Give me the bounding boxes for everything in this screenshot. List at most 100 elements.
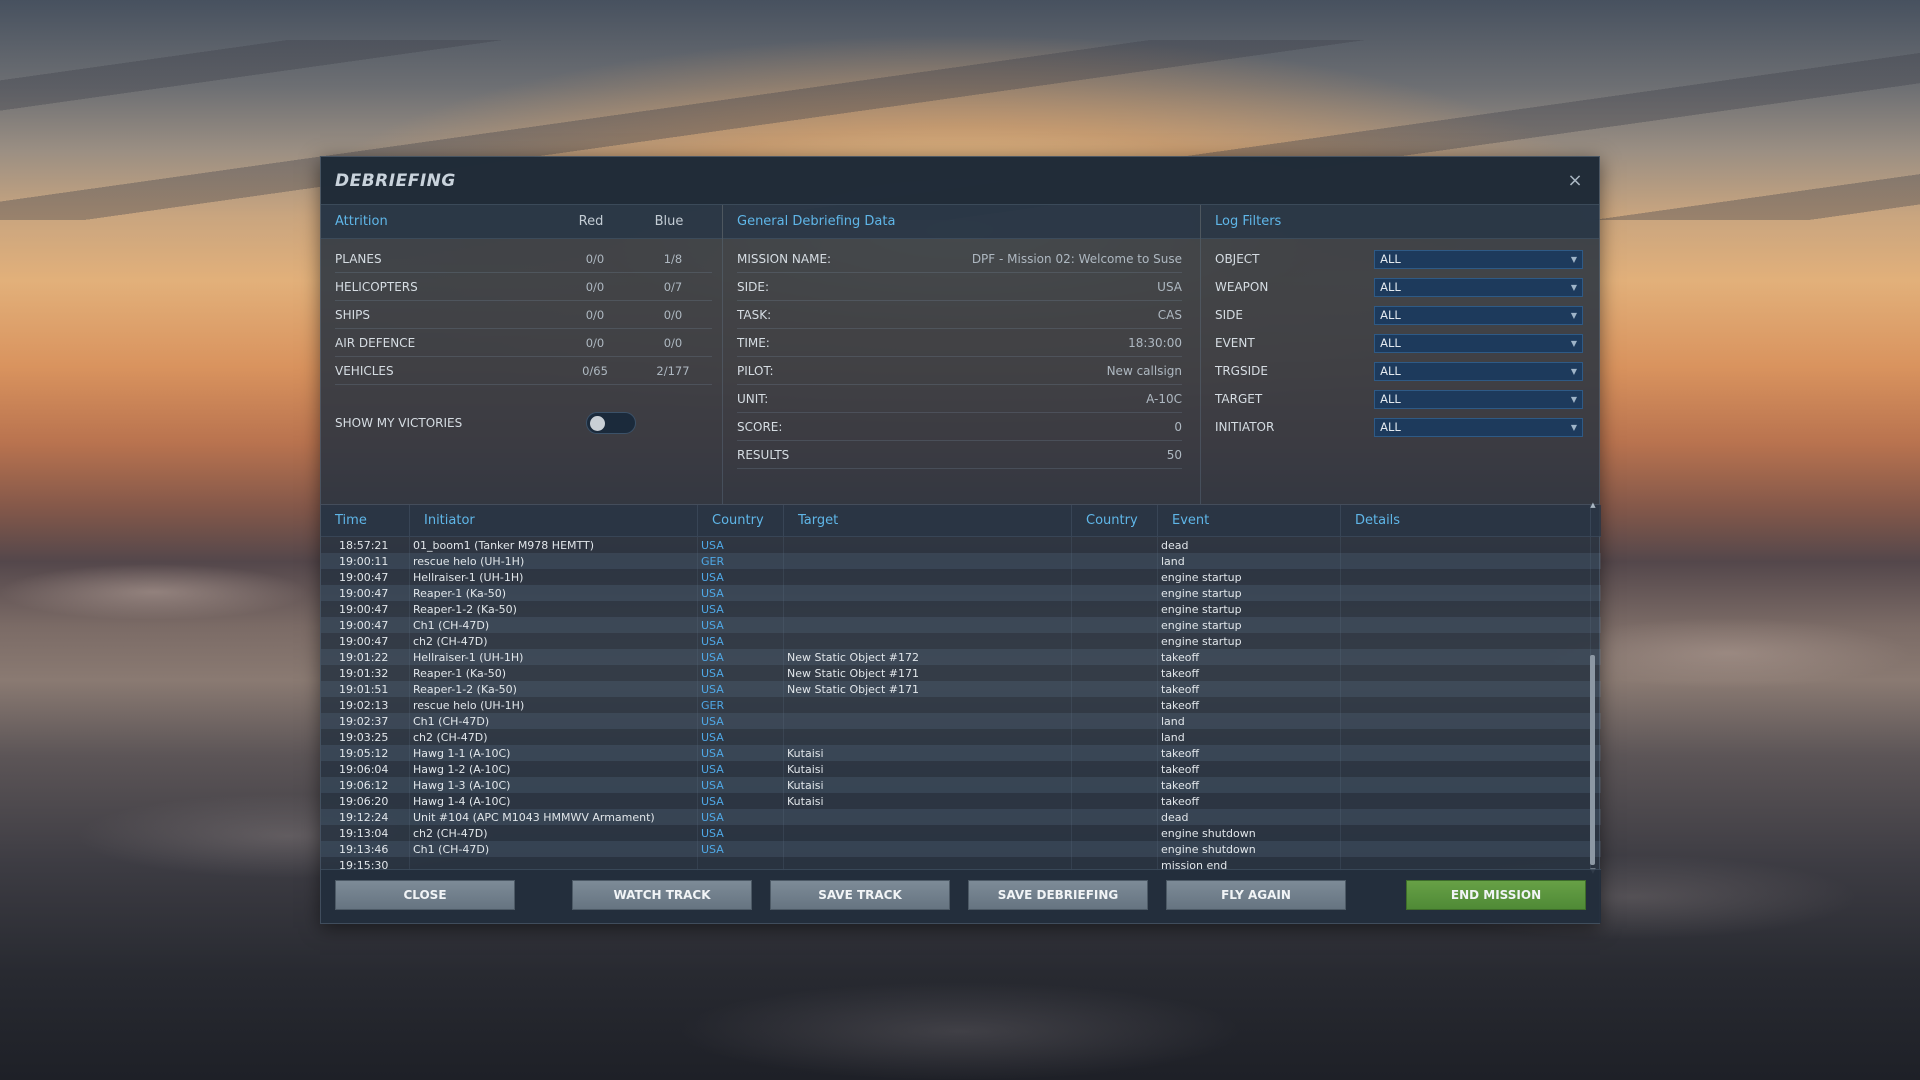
watch-track-button[interactable]: WATCH TRACK xyxy=(572,880,752,910)
filter-row: TARGET ALL ▼ xyxy=(1215,385,1583,413)
log-details xyxy=(1341,665,1591,681)
log-target xyxy=(784,585,1072,601)
log-event: engine startup xyxy=(1158,601,1341,617)
table-row[interactable]: 19:12:24 Unit #104 (APC M1043 HMMWV Armam… xyxy=(321,809,1601,825)
log-body[interactable]: 18:57:21 01_boom1 (Tanker M978 HEMTT) USA d… xyxy=(321,537,1601,871)
log-country: USA xyxy=(698,569,784,585)
log-event: engine shutdown xyxy=(1158,841,1341,857)
log-details xyxy=(1341,793,1591,809)
log-country: USA xyxy=(698,793,784,809)
attrition-list: PLANES 0/0 1/8 HELICOPTERS 0/0 0/7 SHIPS 0/0 0/0… xyxy=(321,239,722,385)
log-initiator: Hawg 1-1 (A-10C) xyxy=(410,745,698,761)
scroll-up-icon[interactable]: ▲ xyxy=(1589,501,1597,509)
log-event: land xyxy=(1158,553,1341,569)
log-initiator: Unit #104 (APC M1043 HMMWV Armament) xyxy=(410,809,698,825)
log-event: land xyxy=(1158,729,1341,745)
log-details xyxy=(1341,601,1591,617)
general-row: SCORE: 0 xyxy=(737,413,1182,441)
log-col-target[interactable]: Target xyxy=(784,505,1072,536)
log-details xyxy=(1341,569,1591,585)
save-track-button[interactable]: SAVE TRACK xyxy=(770,880,950,910)
log-col-event[interactable]: Event xyxy=(1158,505,1341,536)
log-col-time[interactable]: Time xyxy=(321,505,410,536)
table-row[interactable]: 19:02:13 rescue helo (UH-1H) GER takeoff xyxy=(321,697,1601,713)
attrition-red-value: 0/0 xyxy=(585,251,605,266)
log-target: Kutaisi xyxy=(784,793,1072,809)
log-initiator: Reaper-1-2 (Ka-50) xyxy=(410,601,698,617)
log-filters-panel: Log Filters OBJECT ALL ▼ WEAPON ALL ▼ SIDE ALL ▼… xyxy=(1201,205,1599,504)
log-col-country[interactable]: Country xyxy=(698,505,784,536)
filter-select[interactable]: ALL ▼ xyxy=(1374,417,1583,437)
table-row[interactable]: 19:00:47 ch2 (CH-47D) USA engine startup xyxy=(321,633,1601,649)
filter-select[interactable]: ALL ▼ xyxy=(1374,305,1583,325)
scrollbar-thumb[interactable] xyxy=(1590,655,1595,865)
filter-row: OBJECT ALL ▼ xyxy=(1215,245,1583,273)
attrition-header: Attrition Red Blue xyxy=(321,205,722,239)
log-time: 19:01:32 xyxy=(321,665,410,681)
log-country: USA xyxy=(698,665,784,681)
log-country: USA xyxy=(698,681,784,697)
table-row[interactable]: 19:00:47 Reaper-1 (Ka-50) USA engine startu… xyxy=(321,585,1601,601)
table-row[interactable]: 19:03:25 ch2 (CH-47D) USA land xyxy=(321,729,1601,745)
log-time: 19:13:04 xyxy=(321,825,410,841)
general-value: CAS xyxy=(1157,307,1182,322)
filter-select[interactable]: ALL ▼ xyxy=(1374,333,1583,353)
log-scrollbar[interactable]: ▲ ▼ xyxy=(1589,501,1597,875)
log-country: USA xyxy=(698,617,784,633)
table-row[interactable]: 19:13:04 ch2 (CH-47D) USA engine shutdown xyxy=(321,825,1601,841)
table-row[interactable]: 19:00:47 Ch1 (CH-47D) USA engine startup xyxy=(321,617,1601,633)
log-col-initiator[interactable]: Initiator xyxy=(410,505,698,536)
log-target-country xyxy=(1072,601,1158,617)
table-row[interactable]: 19:00:47 Hellraiser-1 (UH-1H) USA engine st… xyxy=(321,569,1601,585)
table-row[interactable]: 19:01:22 Hellraiser-1 (UH-1H) USA New Stati… xyxy=(321,649,1601,665)
general-row: RESULTS 50 xyxy=(737,441,1182,469)
log-event: dead xyxy=(1158,537,1341,553)
end-mission-button[interactable]: END MISSION xyxy=(1406,880,1586,910)
attrition-blue-value: 2/177 xyxy=(656,363,690,378)
close-icon[interactable]: × xyxy=(1565,170,1585,191)
log-country: USA xyxy=(698,537,784,553)
filter-select[interactable]: ALL ▼ xyxy=(1374,277,1583,297)
table-row[interactable]: 19:01:32 Reaper-1 (Ka-50) USA New Static Ob… xyxy=(321,665,1601,681)
dialog-footer: CLOSE WATCH TRACK SAVE TRACK SAVE DEBRIE… xyxy=(321,869,1601,923)
table-row[interactable]: 19:01:51 Reaper-1-2 (Ka-50) USA New Static … xyxy=(321,681,1601,697)
log-details xyxy=(1341,777,1591,793)
filter-select[interactable]: ALL ▼ xyxy=(1374,361,1583,381)
table-row[interactable]: 19:05:12 Hawg 1-1 (A-10C) USA Kutaisi takeof… xyxy=(321,745,1601,761)
log-header-row: Time Initiator Country Target Country Ev… xyxy=(321,505,1601,537)
log-details xyxy=(1341,617,1591,633)
log-target xyxy=(784,809,1072,825)
table-row[interactable]: 19:00:11 rescue helo (UH-1H) GER land xyxy=(321,553,1601,569)
log-target-country xyxy=(1072,729,1158,745)
save-debriefing-button[interactable]: SAVE DEBRIEFING xyxy=(968,880,1148,910)
table-row[interactable]: 19:00:47 Reaper-1-2 (Ka-50) USA engine star… xyxy=(321,601,1601,617)
table-row[interactable]: 19:06:04 Hawg 1-2 (A-10C) USA Kutaisi takeof… xyxy=(321,761,1601,777)
log-target-country xyxy=(1072,841,1158,857)
attrition-row: VEHICLES 0/65 2/177 xyxy=(335,357,712,385)
table-row[interactable]: 19:02:37 Ch1 (CH-47D) USA land xyxy=(321,713,1601,729)
log-details xyxy=(1341,681,1591,697)
log-details xyxy=(1341,537,1591,553)
log-country: GER xyxy=(698,553,784,569)
show-my-victories-toggle[interactable] xyxy=(586,412,636,434)
filter-row: TRGSIDE ALL ▼ xyxy=(1215,357,1583,385)
filter-select[interactable]: ALL ▼ xyxy=(1374,249,1583,269)
close-button[interactable]: CLOSE xyxy=(335,880,515,910)
attrition-blue-value: 0/0 xyxy=(663,335,683,350)
table-row[interactable]: 18:57:21 01_boom1 (Tanker M978 HEMTT) USA d… xyxy=(321,537,1601,553)
filter-select[interactable]: ALL ▼ xyxy=(1374,389,1583,409)
fly-again-button[interactable]: FLY AGAIN xyxy=(1166,880,1346,910)
log-col-target-country[interactable]: Country xyxy=(1072,505,1158,536)
table-row[interactable]: 19:06:12 Hawg 1-3 (A-10C) USA Kutaisi takeof… xyxy=(321,777,1601,793)
log-col-details[interactable]: Details xyxy=(1341,505,1591,536)
log-time: 19:00:11 xyxy=(321,553,410,569)
filter-label: WEAPON xyxy=(1215,280,1269,294)
attrition-panel: Attrition Red Blue PLANES 0/0 1/8 HELICOPTE… xyxy=(321,205,723,504)
log-details xyxy=(1341,649,1591,665)
log-initiator: ch2 (CH-47D) xyxy=(410,825,698,841)
table-row[interactable]: 19:06:20 Hawg 1-4 (A-10C) USA Kutaisi takeof… xyxy=(321,793,1601,809)
log-time: 19:02:13 xyxy=(321,697,410,713)
table-row[interactable]: 19:13:46 Ch1 (CH-47D) USA engine shutdown xyxy=(321,841,1601,857)
log-details xyxy=(1341,553,1591,569)
log-target: Kutaisi xyxy=(784,745,1072,761)
